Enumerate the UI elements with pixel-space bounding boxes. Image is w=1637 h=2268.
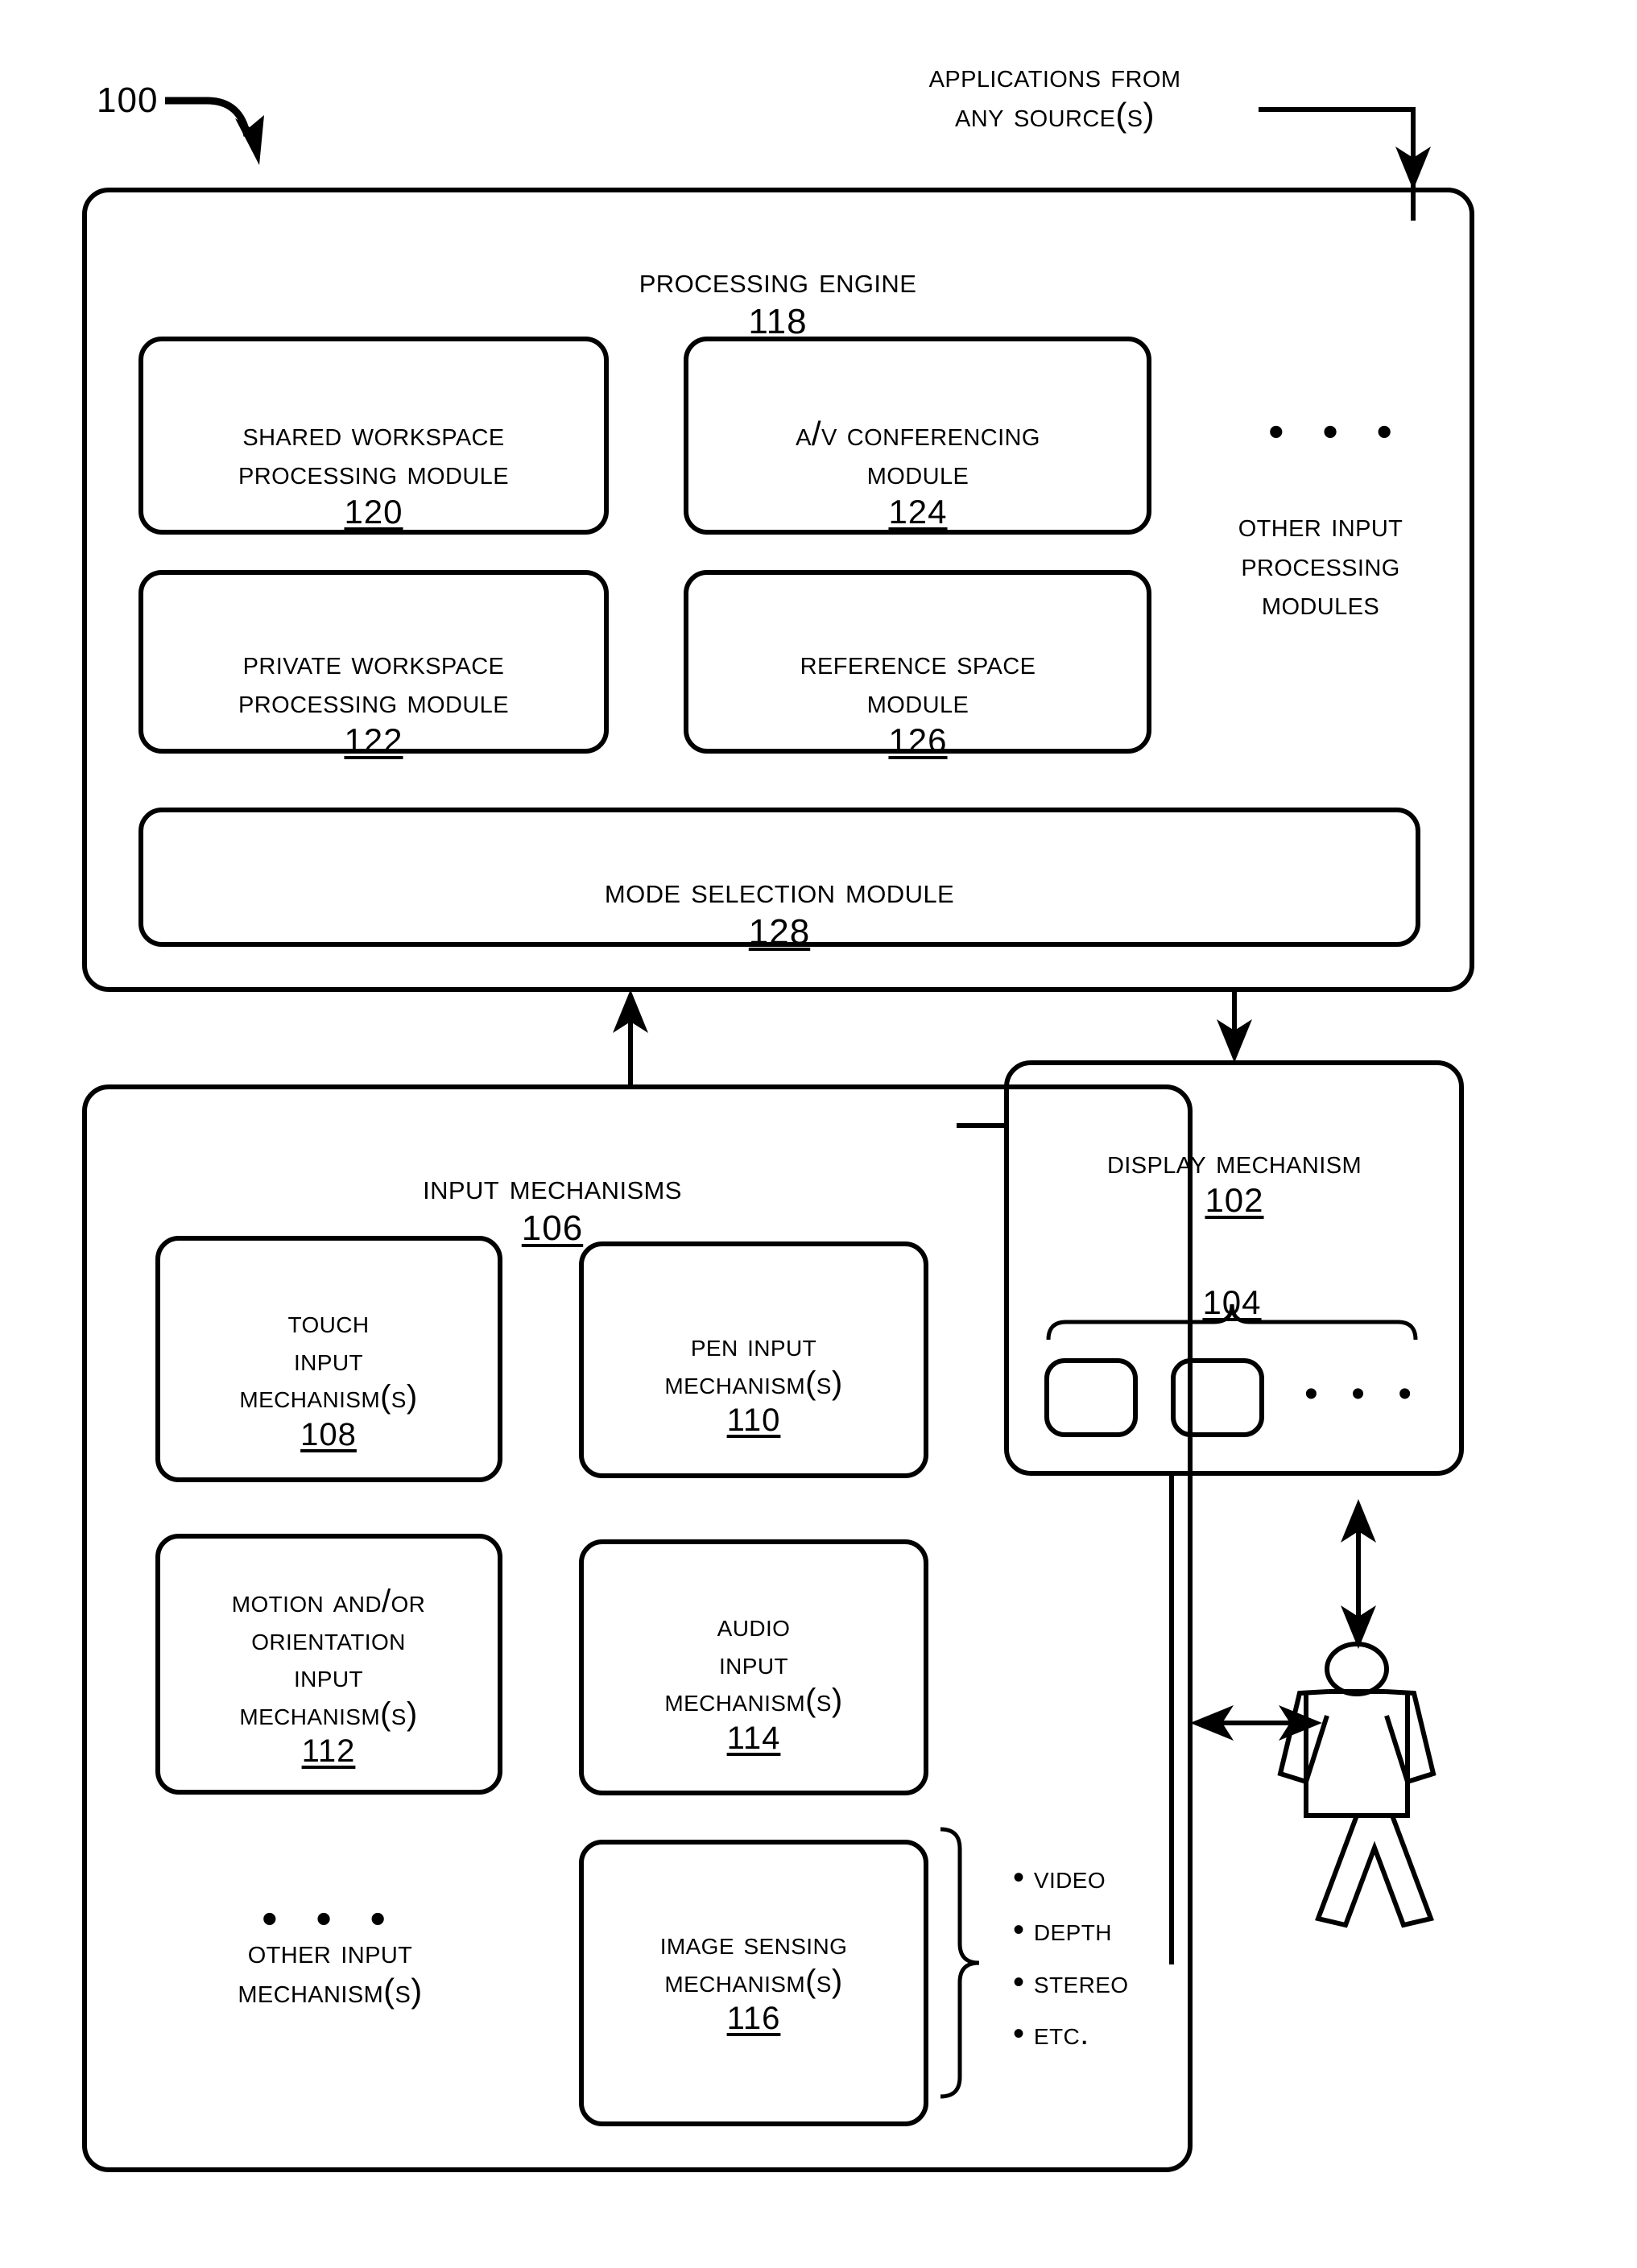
- person-figure: [1277, 1642, 1437, 1928]
- reference-space-module-title: Reference Space Module: [800, 642, 1036, 721]
- display-surfaces-ellipsis: • • •: [1304, 1373, 1424, 1415]
- reference-space-module-label: Reference Space Module 126: [688, 604, 1147, 800]
- input-mechanisms-title-text: Input Mechanisms: [423, 1167, 682, 1208]
- image-sensing-title: Image Sensing Mechanism(s): [659, 1926, 848, 1999]
- other-processing-modules-label: Other Input Processing Modules: [1238, 506, 1403, 622]
- motion-orientation-input-ref: 112: [301, 1733, 356, 1769]
- input-person-arrowhead-left: [1190, 1705, 1234, 1741]
- display-surface-1: [1044, 1358, 1138, 1437]
- person-body: [1277, 1689, 1437, 1928]
- audio-input-title: Audio Input Mechanism(s): [664, 1608, 843, 1719]
- sensing-type-etc: • Etc.: [1013, 2016, 1089, 2052]
- applications-input-arrowhead: [1395, 147, 1431, 190]
- sensing-types-brace: [940, 1827, 980, 2099]
- display-person-arrowhead-down: [1341, 1605, 1376, 1649]
- private-workspace-module-title: Private Workspace Processing Module: [238, 642, 509, 721]
- display-mechanism-ref: 102: [1205, 1181, 1264, 1220]
- applications-input-arrow-line: [1259, 107, 1416, 221]
- sensing-type-depth: • Depth: [1013, 1911, 1112, 1948]
- figure-number: 100: [97, 81, 159, 120]
- image-sensing-ref: 116: [726, 2001, 781, 2037]
- pen-input-ref: 110: [726, 1403, 781, 1439]
- sensing-type-video: • Video: [1013, 1860, 1106, 1895]
- shared-workspace-module-title: Shared Workspace Processing Module: [238, 414, 509, 492]
- processing-engine-title: Processing Engine 118: [536, 219, 1019, 383]
- shared-workspace-module-ref: 120: [344, 493, 403, 531]
- input-to-engine-arrowhead: [613, 989, 648, 1033]
- display-surfaces-ref: 104: [1202, 1283, 1262, 1321]
- audio-input-ref: 114: [726, 1720, 781, 1756]
- private-workspace-module-label: Private Workspace Processing Module 122: [143, 604, 604, 800]
- private-workspace-module-ref: 122: [344, 721, 403, 760]
- other-input-mechanisms-label: Other Input Mechanism(s): [238, 1932, 423, 2010]
- av-conferencing-module-label: A/V Conferencing Module 124: [688, 375, 1147, 572]
- mode-selection-module-title: Mode Selection Module: [604, 871, 955, 911]
- shared-workspace-module-label: Shared Workspace Processing Module 120: [143, 375, 604, 572]
- sensing-type-stereo: • Stereo: [1013, 1964, 1129, 2000]
- motion-orientation-input-title: Motion and/or Orientation Input Mechanis…: [231, 1584, 426, 1732]
- touch-input-title: Touch Input Mechanism(s): [239, 1304, 418, 1415]
- touch-input-label: Touch Input Mechanism(s) 108: [159, 1266, 498, 1490]
- input-mechanisms-ref: 106: [521, 1208, 584, 1249]
- engine-to-display-arrowhead: [1217, 1019, 1252, 1063]
- mode-selection-module-ref: 128: [748, 912, 811, 952]
- display-mechanism-title: Display Mechanism: [1106, 1142, 1362, 1180]
- image-sensing-label: Image Sensing Mechanism(s) 116: [583, 1888, 924, 2075]
- input-mechanisms-title: Input Mechanisms 106: [327, 1126, 778, 1290]
- person-head: [1325, 1642, 1389, 1696]
- audio-input-label: Audio Input Mechanism(s) 114: [583, 1570, 924, 1794]
- av-conferencing-module-ref: 124: [888, 493, 948, 531]
- processing-engine-title-text: Processing Engine: [639, 261, 917, 301]
- input-person-arrowhead-right: [1279, 1705, 1322, 1741]
- motion-orientation-input-label: Motion and/or Orientation Input Mechanis…: [159, 1546, 498, 1807]
- display-person-arrowhead-up: [1341, 1499, 1376, 1543]
- pen-input-title: Pen Input Mechanism(s): [664, 1328, 843, 1401]
- mode-selection-module-label: Mode Selection Module 128: [145, 829, 1414, 994]
- display-surfaces-ref-label: 104: [1111, 1244, 1353, 1361]
- pen-input-label: Pen Input Mechanism(s) 110: [583, 1290, 924, 1477]
- processing-engine-ref: 118: [748, 302, 808, 342]
- display-mechanism-label: Display Mechanism 102: [1010, 1103, 1459, 1260]
- display-surface-2: [1171, 1358, 1264, 1437]
- applications-source-label: Applications From Any Source(s): [928, 56, 1181, 134]
- reference-space-module-ref: 126: [888, 721, 948, 760]
- av-conferencing-module-title: A/V Conferencing Module: [796, 414, 1040, 492]
- patent-figure-diagram: 100 Applications From Any Source(s) Proc…: [0, 0, 1637, 2268]
- touch-input-ref: 108: [300, 1416, 357, 1452]
- other-processing-modules-ellipsis: • • •: [1268, 406, 1405, 456]
- sensing-types-list: • Video • Depth • Stereo • Etc.: [1013, 1852, 1128, 2060]
